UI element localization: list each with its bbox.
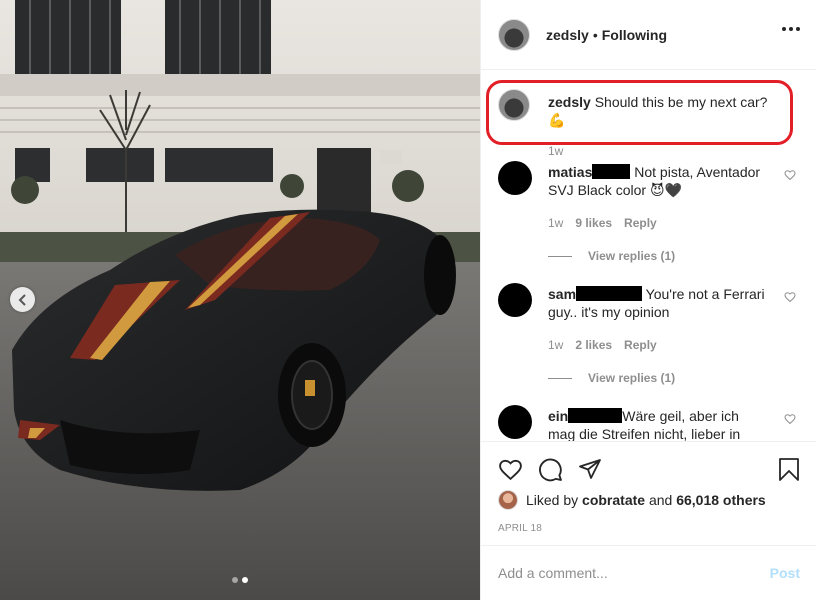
devil-heart-emoji: 😈🖤 — [649, 182, 682, 198]
view-replies-label: View replies (1) — [588, 249, 676, 263]
comment-username[interactable]: matias — [548, 164, 592, 180]
following-button[interactable]: Following — [602, 27, 667, 43]
redaction-block — [568, 408, 623, 423]
heart-icon[interactable] — [498, 457, 523, 482]
comment-input[interactable]: Add a comment... — [498, 565, 748, 581]
liked-by-count[interactable]: 66,018 others — [676, 492, 766, 508]
comment-likes[interactable]: 9 likes — [575, 216, 612, 230]
caption-time[interactable]: 1w — [548, 144, 563, 158]
heart-icon[interactable] — [784, 413, 796, 425]
divider — [548, 255, 572, 257]
redacted-avatar[interactable] — [498, 283, 532, 317]
comment-text: matias Not pista, Aventador SVJ Black co… — [548, 163, 768, 199]
add-comment-bar: Add a comment... Post — [481, 545, 816, 600]
carousel-dot — [232, 577, 238, 583]
comments-list[interactable]: zedsly Should this be my next car? 💪 1w … — [481, 71, 816, 441]
carousel-indicator — [0, 577, 480, 583]
liked-by-user[interactable]: cobratate — [582, 492, 645, 508]
comment-time[interactable]: 1w — [548, 216, 563, 230]
liked-by-and: and — [648, 492, 673, 508]
carousel-prev-button[interactable] — [10, 287, 35, 312]
redaction-block — [592, 164, 631, 179]
caption-body: Should this be my next car? — [594, 94, 768, 110]
header-username[interactable]: zedsly — [546, 27, 589, 43]
heart-icon[interactable] — [784, 291, 796, 303]
view-replies-button[interactable]: View replies (1) — [548, 249, 675, 263]
liked-by: Liked by cobratate and 66,018 others — [498, 490, 766, 510]
comment-likes[interactable]: 2 likes — [575, 338, 612, 352]
header-separator: • — [592, 26, 598, 43]
avatar[interactable] — [498, 18, 530, 51]
post-date[interactable]: APRIL 18 — [498, 523, 542, 534]
comment-username[interactable]: ein — [548, 408, 568, 424]
avatar[interactable] — [498, 89, 530, 121]
comment-time[interactable]: 1w — [548, 338, 563, 352]
comment-username[interactable]: sam — [548, 286, 576, 302]
reply-button[interactable]: Reply — [624, 338, 657, 352]
comment-text: ein Wäre geil, aber ich mag die Streifen … — [548, 407, 768, 441]
avatar[interactable] — [498, 490, 518, 510]
chevron-left-icon — [18, 293, 26, 306]
carousel-dot-active — [242, 577, 248, 583]
reply-button[interactable]: Reply — [624, 216, 657, 230]
more-options-icon[interactable] — [782, 27, 800, 31]
post-photo[interactable] — [0, 0, 480, 600]
share-icon[interactable] — [578, 457, 602, 481]
redaction-block — [576, 286, 643, 301]
caption-username[interactable]: zedsly — [548, 94, 591, 110]
post-button[interactable]: Post — [770, 565, 800, 581]
heart-icon[interactable] — [784, 169, 796, 181]
post-sidebar: zedsly • Following zedsly Should this be… — [480, 0, 816, 600]
flexed-biceps-emoji: 💪 — [548, 112, 566, 128]
view-replies-label: View replies (1) — [588, 371, 676, 385]
comment-icon[interactable] — [538, 457, 563, 482]
divider — [548, 377, 572, 379]
caption-text: zedsly Should this be my next car? 💪 — [548, 93, 788, 129]
bookmark-icon[interactable] — [778, 457, 800, 482]
redacted-avatar[interactable] — [498, 161, 532, 195]
post-header: zedsly • Following — [481, 0, 816, 70]
ferrari-photo — [0, 0, 480, 600]
action-bar: Liked by cobratate and 66,018 others APR… — [481, 441, 816, 545]
comment-meta: 1w 9 likes Reply — [548, 216, 657, 230]
comment-meta: 1w 2 likes Reply — [548, 338, 657, 352]
comment-text: sam You're not a Ferrari guy.. it's my o… — [548, 285, 768, 321]
view-replies-button[interactable]: View replies (1) — [548, 371, 675, 385]
liked-by-prefix: Liked by — [526, 492, 579, 508]
redacted-avatar[interactable] — [498, 405, 532, 439]
